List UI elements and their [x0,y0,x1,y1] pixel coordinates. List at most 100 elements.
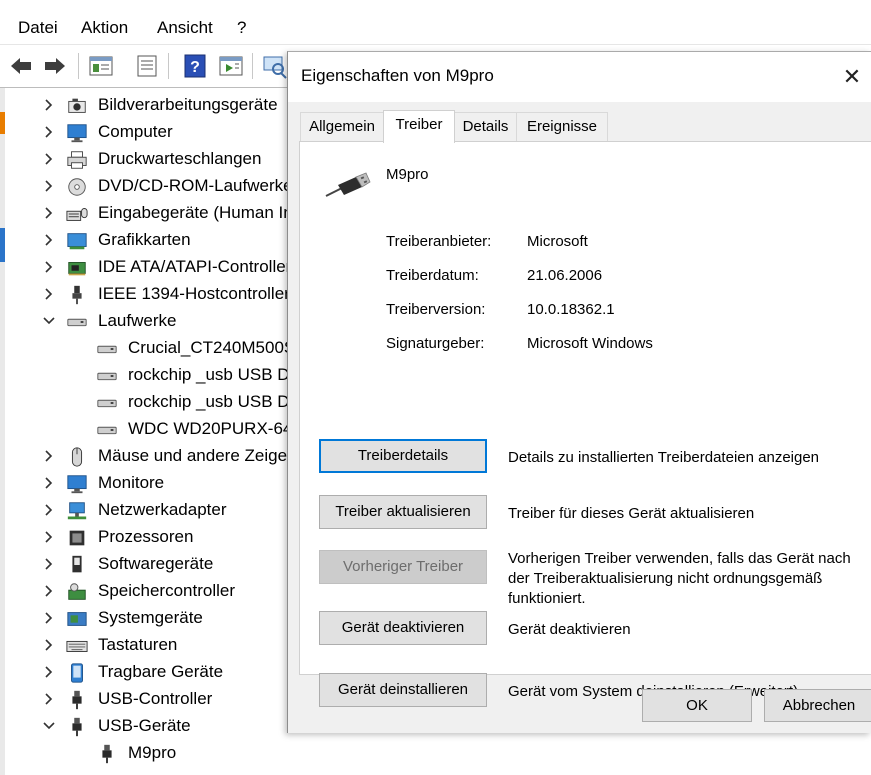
tree-item-label: Eingabegeräte (Human Interface Devices) [98,203,287,222]
drive-icon [95,392,119,414]
toolbar-separator [252,53,253,79]
tab-ereignisse[interactable]: Ereignisse [516,112,608,142]
tree-category[interactable]: Tragbare Geräte [5,659,287,686]
tree-category[interactable]: Speichercontroller [5,578,287,605]
tree-device[interactable]: rockchip _usb USB Device [5,362,287,389]
driver-version-label: Treiberversion: [386,301,486,318]
usb-device-icon [320,166,372,206]
tree-category[interactable]: Grafikkarten [5,227,287,254]
tree-category[interactable]: IDE ATA/ATAPI-Controller [5,254,287,281]
chevron-right-icon[interactable] [41,529,57,545]
chevron-right-icon[interactable] [41,556,57,572]
tree-item-label: Tragbare Geräte [98,662,224,681]
chevron-right-icon[interactable] [41,97,57,113]
chevron-right-icon[interactable] [41,637,57,653]
chevron-right-icon[interactable] [41,178,57,194]
update-driver-button[interactable]: Treiber aktualisieren [319,495,487,529]
uninstall-device-button[interactable]: Gerät deinstallieren [319,673,487,707]
tab-treiber[interactable]: Treiber [383,110,455,143]
tree-item-label: Prozessoren [98,527,194,546]
menu-aktion[interactable]: Aktion [81,18,128,38]
tree-category[interactable]: DVD/CD-ROM-Laufwerke [5,173,287,200]
cancel-button[interactable]: Abbrechen [764,689,871,722]
tree-category[interactable]: Bildverarbeitungsgeräte [5,92,287,119]
forward-icon[interactable] [42,53,68,79]
tree-item-label: Monitore [98,473,165,492]
chevron-right-icon[interactable] [41,259,57,275]
chevron-right-icon[interactable] [41,583,57,599]
tree-category[interactable]: Tastaturen [5,632,287,659]
chevron-down-icon[interactable] [41,718,57,734]
tab-allgemein[interactable]: Allgemein [300,112,384,142]
chevron-down-icon[interactable] [41,313,57,329]
disc-icon [65,176,89,198]
tab-details[interactable]: Details [454,112,517,142]
toolbar-separator [168,53,169,79]
help-icon[interactable]: ? [182,53,208,79]
driver-provider-value: Microsoft [527,233,588,250]
tree-category[interactable]: Monitore [5,470,287,497]
monitor-icon [65,473,89,495]
driver-details-button[interactable]: Treiberdetails [319,439,487,473]
tree-category[interactable]: Computer [5,119,287,146]
menu-ansicht[interactable]: Ansicht [157,18,213,38]
tree-device[interactable]: Crucial_CT240M500SSD1 [5,335,287,362]
back-icon[interactable] [8,53,34,79]
tree-category[interactable]: USB-Geräte [5,713,287,740]
tree-item-label: USB-Geräte [98,716,191,735]
chevron-right-icon[interactable] [41,286,57,302]
tree-device[interactable]: M9pro [5,740,287,767]
scan-hardware-icon[interactable] [262,53,288,79]
usb-icon [65,716,89,738]
drive-icon [95,365,119,387]
chevron-right-icon[interactable] [41,664,57,680]
tree-item-label: Tastaturen [98,635,178,654]
chevron-right-icon[interactable] [41,151,57,167]
chevron-right-icon[interactable] [41,448,57,464]
tree-category[interactable]: Mäuse und andere Zeigegeräte [5,443,287,470]
tree-category[interactable]: Laufwerke [5,308,287,335]
tree-category[interactable]: Eingabegeräte (Human Interface Devices) [5,200,287,227]
chevron-right-icon[interactable] [41,610,57,626]
dialog-titlebar[interactable]: Eigenschaften von M9pro ✕ [288,52,871,102]
tree-item-label: Softwaregeräte [98,554,214,573]
ok-button[interactable]: OK [642,689,752,722]
tree-item-label: Laufwerke [98,311,177,330]
tree-device[interactable]: WDC WD20PURX-64P6ZY0 [5,416,287,443]
chevron-right-icon[interactable] [41,691,57,707]
rollback-driver-button[interactable]: Vorheriger Treiber [319,550,487,584]
menu-datei[interactable]: Datei [18,18,58,38]
tree-category[interactable]: IEEE 1394-Hostcontroller [5,281,287,308]
tree-category[interactable]: Softwaregeräte [5,551,287,578]
tree-category[interactable]: USB-Controller [5,686,287,713]
tree-category[interactable]: Prozessoren [5,524,287,551]
rollback-driver-desc: Vorherigen Treiber verwenden, falls das … [508,550,851,607]
properties-icon[interactable] [134,53,160,79]
tree-item-label: DVD/CD-ROM-Laufwerke [98,176,287,195]
device-tree[interactable]: Bildverarbeitungsgeräte Computer Druckwart… [5,92,287,775]
chevron-right-icon[interactable] [41,205,57,221]
keyboard-mouse-icon [65,203,89,225]
chevron-right-icon[interactable] [41,232,57,248]
disable-device-button[interactable]: Gerät deaktivieren [319,611,487,645]
tree-item-label: Speichercontroller [98,581,236,600]
driver-version-value: 10.0.18362.1 [527,301,615,318]
tree-category[interactable]: Netzwerkadapter [5,497,287,524]
chevron-right-icon[interactable] [41,124,57,140]
tree-item-label: rockchip _usb USB Device [128,365,287,384]
network-icon [65,500,89,522]
menu-help[interactable]: ? [237,18,246,38]
action-pane-icon[interactable] [218,53,244,79]
tree-item-label: Netzwerkadapter [98,500,227,519]
plug-icon [65,284,89,306]
close-icon[interactable]: ✕ [832,60,871,94]
tree-category[interactable]: Druckwarteschlangen [5,146,287,173]
chevron-right-icon[interactable] [41,502,57,518]
svg-text:?: ? [190,59,200,76]
chevron-right-icon[interactable] [41,475,57,491]
console-tree-icon[interactable] [88,53,114,79]
tree-device[interactable]: rockchip _usb USB Device [5,389,287,416]
tree-item-label: IEEE 1394-Hostcontroller [98,284,287,303]
tree-category[interactable]: Systemgeräte [5,605,287,632]
dialog-title: Eigenschaften von M9pro [301,66,494,85]
